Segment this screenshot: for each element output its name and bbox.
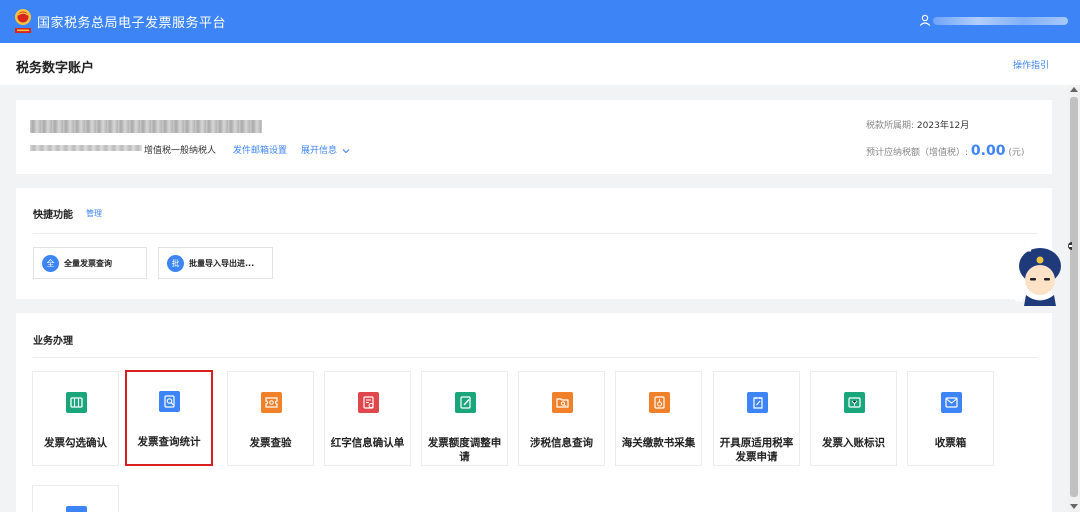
quick-item-full-invoice-query[interactable]: 全 全量发票查询 [33, 247, 147, 279]
tile-original-rate-invoice[interactable]: 开具原适用税率发票申请 [713, 371, 800, 466]
tile-invoice-query-statistics[interactable]: 发票查询统计 [125, 370, 213, 466]
tile-label: 红字信息确认单 [330, 437, 405, 449]
tax-period-label: 税款所属期: [866, 121, 915, 131]
tile-red-letter-confirm[interactable]: 红字信息确认单 [324, 371, 411, 466]
tile-icon-partial [66, 506, 87, 512]
top-nav-bar: 国家税务总局电子发票服务平台 [0, 0, 1080, 43]
divider [33, 233, 1037, 234]
tile-partial-next-row[interactable] [32, 485, 119, 512]
invoice-search-icon [159, 391, 180, 412]
scroll-down-arrow-icon[interactable] [1070, 504, 1078, 509]
tile-label: 发票入账标识 [822, 437, 885, 449]
page-header: 税务数字账户 操作指引 [0, 43, 1080, 85]
interaction-mascot[interactable]: 征 纳 互 动 [998, 240, 1072, 306]
estimated-tax: 预计应纳税额（增值税）: 0.00 (元) [866, 143, 1024, 159]
estimated-tax-amount: 0.00 [970, 143, 1006, 159]
invoice-check-icon [66, 392, 87, 413]
expand-info-link[interactable]: 展开信息 [301, 143, 350, 156]
quick-item-batch-import-export[interactable]: 批 批量导入导出进... [158, 247, 273, 279]
tile-invoice-verify[interactable]: 发票查验 [227, 371, 314, 466]
tile-label: 涉税信息查询 [530, 437, 593, 449]
tile-accounting-mark[interactable]: 发票入账标识 [810, 371, 897, 466]
taxpayer-type: 增值税一般纳税人 [144, 146, 217, 156]
tax-period-value: 2023年12月 [916, 121, 970, 131]
mascot-char-3: 互 [1000, 274, 1013, 289]
chevron-down-icon [342, 148, 350, 153]
tile-inbox[interactable]: 收票箱 [907, 371, 994, 466]
red-letter-icon [358, 392, 379, 413]
mascot-eye-right [1044, 278, 1050, 281]
quick-item-badge: 批 [167, 254, 184, 272]
tile-customs-payment[interactable]: 海关缴款书采集 [615, 371, 702, 466]
scroll-up-arrow-icon[interactable] [1070, 87, 1078, 92]
customs-payment-icon [649, 392, 670, 413]
page-title: 税务数字账户 [16, 61, 95, 76]
tile-tax-info-query[interactable]: 涉税信息查询 [518, 371, 605, 466]
quick-functions-title: 快捷功能 [33, 210, 73, 221]
manage-link[interactable]: 管理 [86, 208, 102, 219]
tile-label: 发票勾选确认 [44, 437, 107, 449]
tax-info-search-icon [552, 392, 573, 413]
business-card: 业务办理 发票勾选确认 发票查询统计 发票查验 红字信息确认单 发票额度调整申请 [16, 313, 1052, 512]
mascot-char-1: 征 [1018, 240, 1031, 254]
original-rate-icon [747, 392, 768, 413]
accounting-mark-icon [844, 392, 865, 413]
invoice-verify-icon [261, 392, 282, 413]
mascot-badge [1036, 256, 1044, 264]
business-title: 业务办理 [33, 336, 73, 347]
mascot-face [1025, 265, 1055, 295]
tax-id-redacted [30, 145, 142, 151]
mascot-body [1024, 295, 1056, 306]
tile-label: 发票查验 [249, 437, 292, 449]
email-setting-link[interactable]: 发件邮箱设置 [233, 143, 287, 156]
tile-label: 收票箱 [934, 437, 967, 449]
tax-emblem-icon [15, 9, 31, 33]
tax-period: 税款所属期: 2023年12月 [866, 118, 969, 131]
account-info-card: 增值税一般纳税人 发件邮箱设置 展开信息 税款所属期: 2023年12月 预计应… [16, 100, 1052, 174]
tile-label: 发票查询统计 [137, 436, 201, 448]
mascot-char-2: 纳 [1002, 252, 1015, 268]
user-name-redacted[interactable] [933, 17, 1068, 25]
mascot-eye-left [1030, 278, 1036, 281]
estimated-tax-unit: (元) [1008, 148, 1025, 158]
tile-label: 发票额度调整申请 [427, 437, 502, 463]
expand-info-label: 展开信息 [301, 146, 338, 156]
company-name-redacted [30, 120, 262, 133]
quick-item-badge: 全 [42, 254, 59, 272]
quick-functions-card: 快捷功能 管理 全 全量发票查询 批 批量导入导出进... [16, 188, 1052, 299]
tile-quota-adjust[interactable]: 发票额度调整申请 [421, 371, 508, 466]
estimated-tax-label: 预计应纳税额（增值税）: [866, 148, 969, 158]
mascot-dot-mark [1069, 245, 1072, 247]
tile-label: 开具原适用税率发票申请 [719, 437, 794, 463]
quick-item-label: 批量导入导出进... [189, 258, 255, 268]
site-title: 国家税务总局电子发票服务平台 [37, 16, 227, 31]
divider [33, 357, 1037, 358]
tile-invoice-check-confirm[interactable]: 发票勾选确认 [32, 371, 119, 466]
inbox-icon [941, 392, 962, 413]
user-icon[interactable] [919, 14, 931, 26]
quick-item-label: 全量发票查询 [64, 258, 112, 268]
quota-adjust-icon [455, 392, 476, 413]
tile-label: 海关缴款书采集 [621, 437, 696, 449]
operation-guide-link[interactable]: 操作指引 [1013, 58, 1049, 71]
mascot-char-4: 动 [1010, 289, 1023, 304]
